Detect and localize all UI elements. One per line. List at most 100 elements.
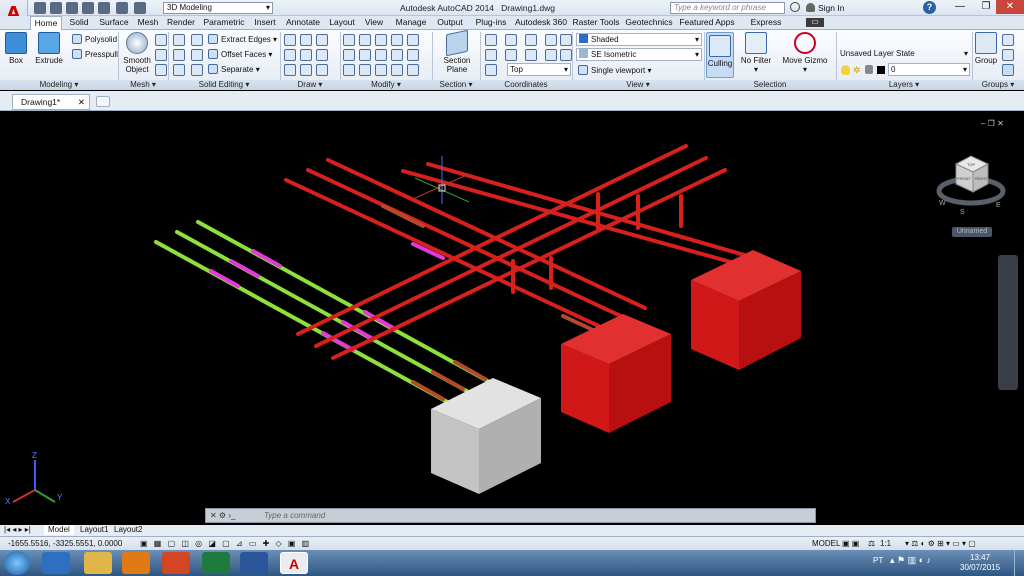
visual-style-dropdown[interactable]: Shaded	[576, 33, 702, 46]
ucs-icon[interactable]	[485, 64, 497, 76]
group-button[interactable]: Group	[974, 32, 998, 65]
mesh-tool-icon[interactable]	[155, 34, 167, 46]
tab-manage[interactable]: Manage	[393, 16, 429, 30]
section-panel-title[interactable]: Section ▾	[432, 80, 480, 90]
wcs-menu[interactable]: Unnamed	[952, 227, 992, 237]
presspull-button[interactable]: Presspull	[72, 49, 118, 60]
minimize-icon[interactable]: —	[946, 0, 974, 14]
viewcube[interactable]: TOP FRONT RIGHT W S E	[936, 155, 1006, 216]
rectangle-icon[interactable]	[300, 64, 312, 76]
open-icon[interactable]	[50, 2, 62, 14]
command-close-icon[interactable]: ✕ ⚙ ›_	[210, 509, 235, 522]
current-layer-dropdown[interactable]: 0	[888, 63, 970, 76]
help-icon[interactable]: ?	[923, 1, 936, 14]
new-tab-icon[interactable]	[96, 96, 110, 107]
status-tray-icons[interactable]: ▾ ⚖ ◐ ⚙ ⊞ ▾ ▭ ▾ ▢	[905, 537, 976, 550]
extract-edges-button[interactable]: Extract Edges ▾	[208, 34, 277, 45]
tab-view[interactable]: View	[361, 16, 387, 30]
array-icon[interactable]	[407, 64, 419, 76]
polyline-icon[interactable]	[300, 34, 312, 46]
line-icon[interactable]	[284, 34, 296, 46]
line-icon[interactable]	[300, 49, 312, 61]
mesh-tool-icon[interactable]	[155, 64, 167, 76]
tab-plug-ins[interactable]: Plug-ins	[471, 16, 511, 30]
group-selection-icon[interactable]	[1002, 64, 1014, 76]
thicken-icon[interactable]	[191, 49, 203, 61]
ucs-icon[interactable]	[545, 34, 557, 46]
tab-layout[interactable]: Layout	[327, 16, 357, 30]
powerpoint-icon[interactable]	[162, 552, 190, 574]
tab-surface[interactable]: Surface	[97, 16, 131, 30]
ellipse-icon[interactable]	[316, 64, 328, 76]
language-indicator[interactable]: PT	[873, 556, 883, 565]
workspace-dropdown[interactable]: 3D Modeling	[163, 2, 273, 14]
internet-explorer-icon[interactable]	[42, 552, 70, 574]
ucs-icon[interactable]	[545, 49, 557, 61]
annotation-scale-value[interactable]: 1:1	[880, 537, 891, 550]
autocad-taskbar-icon[interactable]: A	[280, 552, 308, 574]
annotation-scale-icon[interactable]: ⚖	[868, 537, 875, 550]
ucs-icon[interactable]	[525, 49, 537, 61]
close-tab-icon[interactable]: ✕	[78, 95, 85, 109]
tab-mesh[interactable]: Mesh	[135, 16, 161, 30]
spline-icon[interactable]	[284, 49, 296, 61]
groups-panel-title[interactable]: Groups ▾	[972, 80, 1024, 90]
modify-tool-icon[interactable]	[391, 64, 403, 76]
tab-geotechnics[interactable]: Geotechnics	[625, 16, 673, 30]
model-space-button[interactable]: MODEL	[812, 537, 840, 550]
modify-tool-icon[interactable]	[407, 34, 419, 46]
no-filter-button[interactable]: No Filter ▾	[738, 32, 774, 74]
close-icon[interactable]: ✕	[996, 0, 1024, 14]
offset-faces-button[interactable]: Offset Faces ▾	[208, 49, 272, 60]
tab-raster-tools[interactable]: Raster Tools	[571, 16, 621, 30]
viewport-tools-icons[interactable]: ▣ ▣	[842, 537, 859, 550]
modify-panel-title[interactable]: Modify ▾	[340, 80, 432, 90]
ucs-icon[interactable]	[525, 34, 537, 46]
system-clock[interactable]: 13:47 30/07/2015	[960, 553, 1000, 573]
tab-autodesk-360[interactable]: Autodesk 360	[514, 16, 568, 30]
modify-tool-icon[interactable]	[359, 34, 371, 46]
drawing-viewport[interactable]: Z X Y TOP FRONT RIGHT W S E ‒ ❐ ✕	[3, 116, 1020, 526]
tab-solid[interactable]: Solid	[66, 16, 92, 30]
smooth-object-button[interactable]: Smooth Object	[121, 32, 153, 74]
media-player-icon[interactable]	[122, 552, 150, 574]
excel-icon[interactable]	[202, 552, 230, 574]
union-icon[interactable]	[173, 34, 185, 46]
sign-in-button[interactable]: Sign In	[818, 3, 844, 13]
extrude-button[interactable]: Extrude	[34, 32, 64, 65]
tab-model[interactable]: Model	[44, 525, 74, 535]
group-tool-icon[interactable]	[1002, 49, 1014, 61]
group-tool-icon[interactable]	[1002, 34, 1014, 46]
tab-featured-apps[interactable]: Featured Apps	[678, 16, 736, 30]
new-icon[interactable]	[34, 2, 46, 14]
intersect-icon[interactable]	[173, 64, 185, 76]
move-gizmo-button[interactable]: Move Gizmo ▾	[780, 32, 830, 74]
drawing-tab[interactable]: Drawing1* ✕	[12, 94, 90, 110]
ucs-preset-dropdown[interactable]: Top	[507, 63, 571, 76]
tab-home[interactable]: Home	[30, 16, 62, 31]
ucs-icon[interactable]	[485, 34, 497, 46]
polygon-icon[interactable]	[284, 64, 296, 76]
tab-layout2[interactable]: Layout2	[110, 525, 146, 535]
move-icon[interactable]	[375, 34, 387, 46]
mesh-panel-title[interactable]: Mesh ▾	[118, 80, 168, 90]
coordinates-panel-title[interactable]: Coordinates	[480, 80, 572, 90]
section-plane-button[interactable]: Section Plane	[437, 29, 477, 74]
modify-tool-icon[interactable]	[375, 49, 387, 61]
tray-icons[interactable]: ▴ ⚑ ▥ ◐ ♪	[890, 555, 931, 566]
tab-output[interactable]: Output	[433, 16, 467, 30]
tab-parametric[interactable]: Parametric	[201, 16, 247, 30]
show-desktop-button[interactable]	[1014, 550, 1024, 576]
rotate-icon[interactable]	[359, 49, 371, 61]
ucs-icon[interactable]	[485, 49, 497, 61]
modify-tool-icon[interactable]	[343, 49, 355, 61]
start-button[interactable]	[4, 551, 30, 575]
solid-editing-panel-title[interactable]: Solid Editing ▾	[168, 80, 280, 90]
redo-icon[interactable]	[134, 2, 146, 14]
tab-insert[interactable]: Insert	[251, 16, 279, 30]
modify-tool-icon[interactable]	[343, 64, 355, 76]
separate-button[interactable]: Separate ▾	[208, 64, 260, 75]
print-icon[interactable]	[98, 2, 110, 14]
circle-icon[interactable]	[316, 49, 328, 61]
tab-layout1[interactable]: Layout1	[76, 525, 112, 535]
